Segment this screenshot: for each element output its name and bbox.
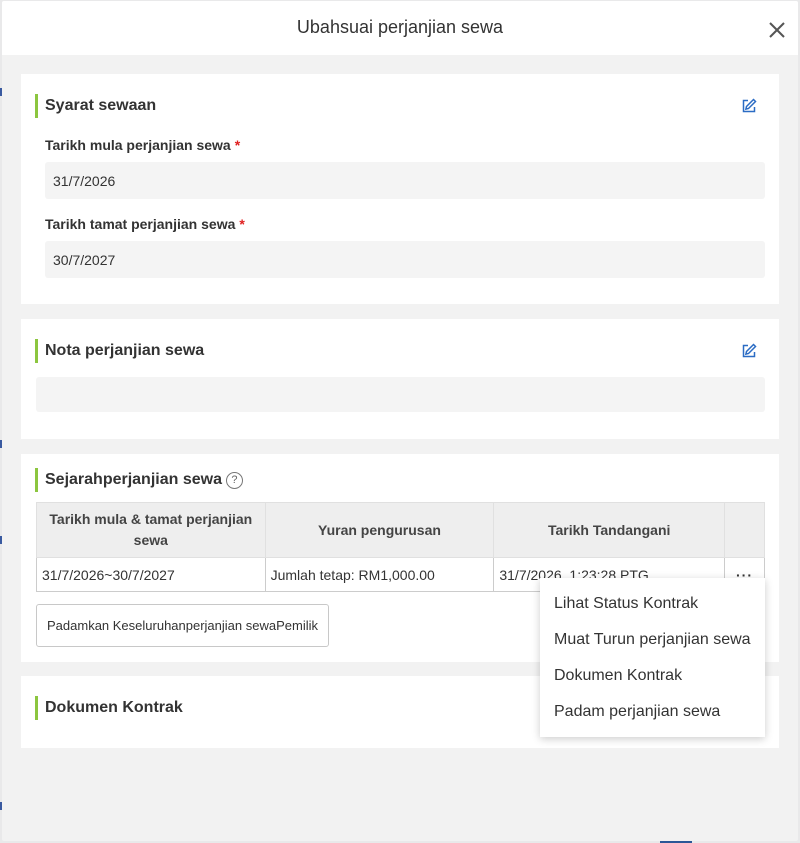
- column-header-signed: Tarikh Tandangani: [493, 502, 726, 558]
- lease-terms-title: Syarat sewaan: [35, 94, 156, 118]
- menu-item-download-lease[interactable]: Muat Turun perjanjian sewa: [540, 622, 765, 658]
- lease-history-title-text: Sejarahperjanjian sewa: [45, 471, 222, 488]
- column-header-actions: [724, 502, 765, 558]
- lease-notes-card: Nota perjanjian sewa: [21, 319, 779, 439]
- cell-period: 31/7/2026~30/7/2027: [36, 557, 266, 592]
- end-date-label: Tarikh tamat perjanjian sewa *: [45, 216, 245, 232]
- menu-item-contract-documents[interactable]: Dokumen Kontrak: [540, 658, 765, 694]
- start-date-label: Tarikh mula perjanjian sewa *: [45, 137, 240, 153]
- lease-terms-card: Syarat sewaan Tarikh mula perjanjian sew…: [21, 74, 779, 304]
- end-date-label-text: Tarikh tamat perjanjian sewa: [45, 216, 236, 232]
- delete-all-landlord-leases-button[interactable]: Padamkan Keseluruhanperjanjian sewaPemil…: [36, 604, 329, 647]
- dialog-title: Ubahsuai perjanjian sewa: [296, 17, 504, 37]
- required-mark: *: [239, 216, 245, 232]
- dialog-header: Ubahsuai perjanjian sewa: [2, 1, 798, 55]
- column-header-period: Tarikh mula & tamat perjanjian sewa: [36, 502, 266, 558]
- contract-docs-title: Dokumen Kontrak: [35, 696, 183, 720]
- menu-item-view-contract-status[interactable]: Lihat Status Kontrak: [540, 586, 765, 622]
- close-icon[interactable]: [766, 19, 788, 41]
- table-header-row: Tarikh mula & tamat perjanjian sewa Yura…: [36, 502, 765, 558]
- edit-icon[interactable]: [741, 98, 757, 114]
- column-header-fee: Yuran pengurusan: [264, 502, 495, 558]
- edit-icon[interactable]: [741, 343, 757, 359]
- cell-fee: Jumlah tetap: RM1,000.00: [264, 557, 495, 592]
- menu-item-delete-lease[interactable]: Padam perjanjian sewa: [540, 694, 765, 730]
- required-mark: *: [234, 137, 241, 153]
- help-icon[interactable]: ?: [225, 471, 243, 489]
- lease-notes-field[interactable]: [36, 377, 765, 412]
- start-date-field[interactable]: 31/7/2026: [45, 162, 765, 199]
- start-date-label-text: Tarikh mula perjanjian sewa: [45, 137, 231, 153]
- row-actions-menu: Lihat Status Kontrak Muat Turun perjanji…: [540, 578, 765, 737]
- lease-notes-title: Nota perjanjian sewa: [35, 339, 204, 363]
- lease-history-title: Sejarahperjanjian sewa ?: [35, 468, 243, 492]
- end-date-field[interactable]: 30/7/2027: [45, 241, 765, 278]
